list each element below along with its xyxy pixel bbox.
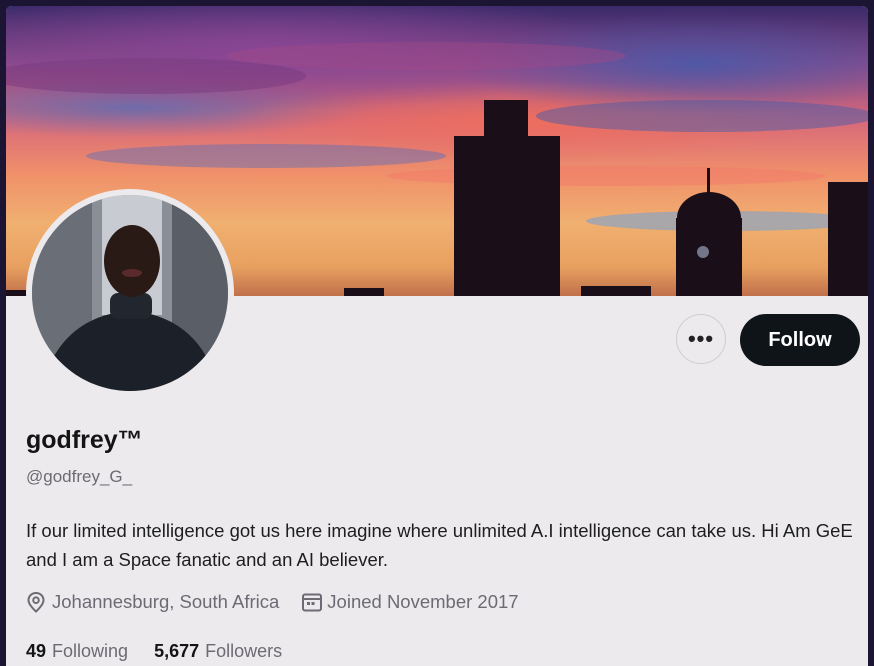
more-options-icon: ••• — [687, 326, 715, 351]
profile-joined-date: Joined November 2017 — [327, 591, 519, 612]
profile-handle: @godfrey_G_ — [26, 467, 133, 486]
following-link[interactable]: 49 Following — [26, 641, 128, 662]
profile-stats: 49 Following 5,677 Followers — [26, 641, 308, 662]
following-count: 49 — [26, 641, 47, 661]
more-options-button[interactable]: ••• — [676, 314, 726, 364]
follow-button-label: Follow — [768, 328, 832, 351]
profile-display-name: godfrey™ — [26, 426, 143, 454]
profile-meta: Johannesburg, South Africa Joined Novemb… — [26, 590, 519, 614]
followers-count: 5,677 — [154, 641, 200, 661]
profile-bio: If our limited intelligence got us here … — [26, 520, 853, 570]
avatar-photo — [32, 195, 228, 391]
profile-page: ••• Follow godfrey™ @godfrey_G_ If our l… — [6, 6, 868, 666]
followers-link[interactable]: 5,677 Followers — [154, 641, 282, 662]
follow-button[interactable]: Follow — [740, 314, 860, 366]
location-pin-icon — [26, 590, 52, 614]
calendar-icon — [301, 590, 327, 614]
profile-avatar[interactable] — [26, 189, 234, 397]
following-label: Following — [52, 641, 129, 661]
followers-label: Followers — [205, 641, 283, 661]
profile-location: Johannesburg, South Africa — [52, 591, 280, 612]
